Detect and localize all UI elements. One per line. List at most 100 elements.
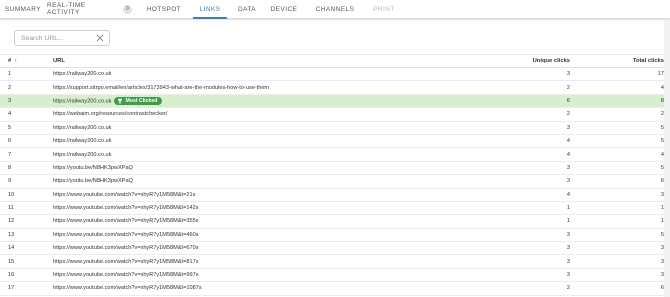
row-url-cell: https://railway200.co.uk xyxy=(53,121,423,135)
tab-real-time-activity[interactable]: REAL-TIME ACTIVITY 0 xyxy=(47,0,132,18)
row-url-cell: https://www.youtube.com/watch?v=xhyR7y1M… xyxy=(53,281,423,296)
row-number: 4 xyxy=(0,107,53,122)
row-url-cell: https://www.youtube.com/watch?v=xhyR7y1M… xyxy=(53,188,423,202)
tab-label: CHANNELS xyxy=(315,5,355,13)
tab-label: PRINT xyxy=(373,5,395,13)
row-unique-clicks: 4 xyxy=(423,134,570,149)
row-unique-clicks: 3 xyxy=(423,174,570,189)
row-url-link[interactable]: https://www.youtube.com/watch?v=xhyR7y1M… xyxy=(53,218,199,224)
row-total-clicks: 4 xyxy=(570,147,670,162)
row-unique-clicks: 4 xyxy=(423,188,570,202)
row-number: 11 xyxy=(0,201,53,216)
row-total-clicks: 3 xyxy=(570,241,670,256)
row-unique-clicks: 3 xyxy=(423,228,570,243)
table-row: 6 https://railway200.co.uk 4 5 xyxy=(0,134,670,149)
row-total-clicks: 1 xyxy=(570,214,670,229)
table-row: 17 https://www.youtube.com/watch?v=xhyR7y… xyxy=(0,281,670,296)
tab-label: LINKS xyxy=(199,5,221,13)
tab-label: REAL-TIME ACTIVITY xyxy=(47,2,86,16)
row-unique-clicks: 1 xyxy=(423,201,570,216)
tab-links[interactable]: LINKS xyxy=(193,0,227,19)
row-url-link[interactable]: https://railway200.co.uk xyxy=(53,98,111,104)
row-url-link[interactable]: https://www.youtube.com/watch?v=xhyR7y1M… xyxy=(53,259,199,265)
row-url-cell: https://www.youtube.com/watch?v=xhyR7y1M… xyxy=(53,268,423,283)
row-url-link[interactable]: https://www.youtube.com/watch?v=xhyR7y1M… xyxy=(53,245,199,251)
row-total-clicks: 3 xyxy=(570,254,670,269)
row-total-clicks: 5 xyxy=(570,134,670,149)
row-unique-clicks: 3 xyxy=(423,241,570,256)
row-number: 2 xyxy=(0,80,53,95)
tab-hotspot[interactable]: HOTSPOT xyxy=(147,0,181,18)
row-total-clicks: 3 xyxy=(570,268,670,283)
row-unique-clicks: 3 xyxy=(423,161,570,176)
row-url-link[interactable]: https://support.sitrpo.email/en/articles… xyxy=(53,85,269,91)
row-unique-clicks: 3 xyxy=(423,67,570,82)
row-url-cell: https://www.youtube.com/watch?v=xhyR7y1M… xyxy=(53,201,423,216)
row-total-clicks: 6 xyxy=(570,174,670,189)
arrow-up-icon: ↑ xyxy=(14,58,18,64)
row-url-cell: https://www.youtube.com/watch?v=xhyR7y1M… xyxy=(53,254,423,269)
tab-device[interactable]: DEVICE xyxy=(270,0,298,18)
table-row: 15 https://www.youtube.com/watch?v=xhyR7y… xyxy=(0,254,670,269)
column-header-url[interactable]: URL xyxy=(53,54,423,68)
row-url-cell: https://railway200.co.uk xyxy=(53,67,423,82)
row-total-clicks: 1 xyxy=(570,201,670,216)
table-row: 1 https://railway200.co.uk 3 17 xyxy=(0,67,670,82)
row-url-link[interactable]: https://railway200.co.uk xyxy=(53,125,111,131)
row-url-cell: https://www.youtube.com/watch?v=xhyR7y1M… xyxy=(53,241,423,256)
row-number: 10 xyxy=(0,188,53,202)
most-clicked-badge: Most Clicked xyxy=(114,96,163,105)
row-url-link[interactable]: https://www.youtube.com/watch?v=xhyR7y1M… xyxy=(53,192,195,198)
links-panel: #↑ URL Unique clicks Total clicks 1 https… xyxy=(0,20,670,297)
row-url-link[interactable]: https://youtu.be/N8HK3pwXPaQ xyxy=(53,165,133,171)
search-url-input[interactable] xyxy=(21,34,93,42)
row-unique-clicks: 3 xyxy=(423,121,570,135)
row-url-cell: https://webaim.org/resources/contrastche… xyxy=(53,107,423,122)
table-row: 8 https://youtu.be/N8HK3pwXPaQ 3 5 xyxy=(0,161,670,176)
row-url-link[interactable]: https://www.youtube.com/watch?v=xhyR7y1M… xyxy=(53,272,199,278)
table-row: 12 https://www.youtube.com/watch?v=xhyR7y… xyxy=(0,214,670,229)
tab-summary[interactable]: SUMMARY xyxy=(4,0,42,18)
row-url-link[interactable]: https://railway200.co.uk xyxy=(53,138,111,144)
most-clicked-label: Most Clicked xyxy=(125,97,158,104)
table-row: 16 https://www.youtube.com/watch?v=xhyR7y… xyxy=(0,268,670,283)
row-url-cell: https://youtu.be/N8HK3pwXPaQ xyxy=(53,174,423,189)
tab-channels[interactable]: CHANNELS xyxy=(315,0,355,18)
tab-label: DEVICE xyxy=(270,5,298,13)
row-number: 8 xyxy=(0,161,53,176)
row-url-link[interactable]: https://www.youtube.com/watch?v=xhyR7y1M… xyxy=(53,285,202,291)
trophy-icon xyxy=(117,98,123,104)
row-url-cell: https://railway200.co.uk xyxy=(53,134,423,149)
row-total-clicks: 2 xyxy=(570,107,670,122)
row-url-cell: https://www.youtube.com/watch?v=xhyR7y1M… xyxy=(53,228,423,243)
row-total-clicks: 8 xyxy=(570,94,670,109)
row-url-cell: https://youtu.be/N8HK3pwXPaQ xyxy=(53,161,423,176)
row-number: 5 xyxy=(0,121,53,135)
table-row: 2 https://support.sitrpo.email/en/article… xyxy=(0,80,670,95)
row-number: 14 xyxy=(0,241,53,256)
tab-data[interactable]: DATA xyxy=(236,0,258,18)
column-header-number[interactable]: # ↑ xyxy=(0,54,53,68)
table-row: 9 https://youtu.be/N8HK3pwXPaQ 3 6 xyxy=(0,174,670,189)
row-url-link[interactable]: https://youtu.be/N8HK3pwXPaQ xyxy=(53,178,133,184)
row-unique-clicks: 3 xyxy=(423,254,570,269)
row-url-link[interactable]: https://www.youtube.com/watch?v=xhyR7y1M… xyxy=(53,232,199,238)
row-number: 13 xyxy=(0,228,53,243)
row-url-cell: https://support.sitrpo.email/en/articles… xyxy=(53,80,423,95)
row-total-clicks: 5 xyxy=(570,121,670,135)
row-url-link[interactable]: https://railway200.co.uk xyxy=(53,152,111,158)
row-total-clicks: 6 xyxy=(570,281,670,296)
row-url-link[interactable]: https://www.youtube.com/watch?v=xhyR7y1M… xyxy=(53,205,199,211)
row-unique-clicks: 2 xyxy=(423,281,570,296)
row-url-link[interactable]: https://webaim.org/resources/contrastche… xyxy=(53,111,167,117)
row-total-clicks: 3 xyxy=(570,188,670,202)
table-row: 5 https://railway200.co.uk 3 5 xyxy=(0,121,670,135)
close-icon[interactable] xyxy=(96,34,104,42)
tab-label: SUMMARY xyxy=(4,5,42,13)
column-header-unique-clicks[interactable]: Unique clicks xyxy=(423,54,570,68)
scrollbar[interactable] xyxy=(664,20,670,297)
tab-print: PRINT xyxy=(371,0,397,18)
row-url-link[interactable]: https://railway200.co.uk xyxy=(53,71,111,77)
row-unique-clicks: 6 xyxy=(423,94,570,109)
column-header-total-clicks[interactable]: Total clicks xyxy=(570,54,670,68)
